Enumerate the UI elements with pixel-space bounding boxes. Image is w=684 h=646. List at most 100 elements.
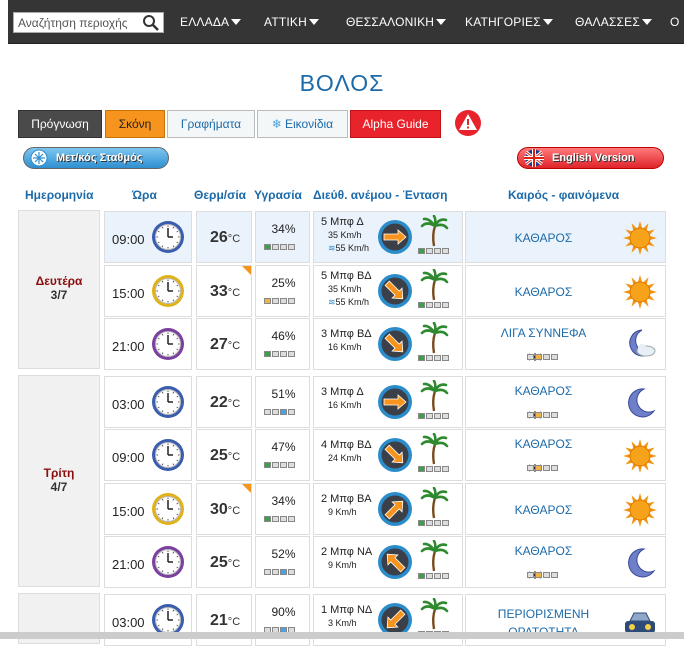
humidity-value: 47%	[271, 440, 296, 454]
nav-item-attica[interactable]: ΑΤΤΙΚΗ	[264, 15, 319, 29]
humidity-cell: 34%	[255, 211, 310, 263]
status-bar	[0, 632, 684, 639]
tab-forecast[interactable]: Πρόγνωση	[18, 110, 102, 138]
heat-marker	[242, 265, 251, 275]
forecast-row[interactable]: 09:00 26°C 34% 5 Μπφ Δ 35 Km/h ≋55 Km/h ΚΑ…	[104, 211, 666, 263]
caret-down-icon	[231, 19, 242, 25]
moon-cloud-icon	[629, 329, 656, 357]
forecast-row[interactable]: 15:00 33°C 25% 5 Μπφ ΒΔ 35 Km/h ≋55 Km/h Κ…	[104, 264, 666, 317]
mosquito-indicator	[527, 569, 558, 581]
wind-gust: ≋55 Km/h	[328, 296, 370, 307]
header-temp: Θερμ/σία	[194, 188, 247, 202]
wind-text: 3 Μπφ ΒΔ 16 Km/h	[321, 328, 372, 354]
tab-dust[interactable]: Σκόνη	[105, 110, 165, 138]
header-wind: Διεύθ. ανέμου - Ένταση	[313, 188, 448, 202]
clock-icon	[152, 274, 184, 307]
wind-bars	[418, 355, 449, 361]
mosquito-bars	[527, 572, 558, 578]
palm-tree-icon	[420, 322, 449, 354]
mosquito-indicator	[527, 462, 558, 474]
time-cell: 21:00	[104, 318, 192, 370]
caret-down-icon	[642, 19, 652, 25]
station-icon	[30, 149, 48, 167]
nav-item-greece[interactable]: ΕΛΛΑΔΑ	[180, 15, 242, 29]
caret-down-icon	[436, 19, 447, 25]
temperature-cell: 22°C	[196, 375, 252, 428]
weather-description: ΚΑΘΑΡΟΣ	[514, 437, 573, 451]
forecast-row[interactable]: 21:00 27°C 46% 3 Μπφ ΒΔ 16 Km/h ΛΙΓΑ ΣΥΝΝ…	[104, 318, 666, 370]
wind-text: 5 Μπφ ΒΔ 35 Km/h ≋55 Km/h	[321, 270, 372, 309]
wind-speed: 24 Km/h	[328, 453, 362, 463]
weather-description: ΚΑΘΑΡΟΣ	[514, 502, 573, 517]
wind-gust: ≋55 Km/h	[328, 243, 370, 253]
weather-cell: ΚΑΘΑΡΟΣ	[465, 429, 666, 481]
nav-item-more[interactable]: Ο	[670, 15, 680, 29]
palm-tree-icon	[420, 433, 449, 465]
humidity-value: 46%	[271, 329, 296, 343]
wind-direction-icon	[378, 491, 412, 526]
wind-cell: 3 Μπφ ΒΔ 16 Km/h	[313, 318, 463, 370]
moon-icon	[628, 548, 656, 578]
humidity-bars	[264, 244, 295, 250]
temperature-value: 21°C	[210, 611, 241, 629]
time-cell: 09:00	[104, 211, 192, 263]
uk-flag-icon	[524, 149, 544, 167]
sun-icon	[623, 439, 657, 473]
english-version-button[interactable]: English Version	[517, 147, 664, 169]
clock-icon	[152, 385, 184, 418]
humidity-cell: 34%	[255, 482, 310, 535]
wind-direction-icon	[378, 438, 412, 472]
snowflake-icon: ❄	[271, 117, 282, 131]
wind-beaufort: 2 Μπφ ΒΑ	[321, 492, 372, 505]
temperature-cell: 26°C	[196, 211, 252, 263]
wind-direction-icon	[378, 545, 412, 579]
time-value: 21:00	[112, 339, 145, 354]
wind-speed: 35 Km/h	[328, 283, 362, 294]
wind-beaufort: 5 Μπφ Δ	[321, 216, 364, 228]
tab-alpha-guide[interactable]: Alpha Guide	[350, 110, 441, 138]
time-value: 09:00	[112, 232, 145, 247]
wind-beaufort: 5 Μπφ ΒΔ	[321, 269, 372, 282]
wind-cell: 5 Μπφ Δ 35 Km/h ≋55 Km/h	[313, 211, 463, 263]
tab-images[interactable]: ❄ Εικονίδια	[257, 110, 348, 138]
tab-graphs[interactable]: Γραφήματα	[167, 110, 255, 138]
temperature-cell: 33°C	[196, 264, 252, 317]
humidity-cell: 46%	[255, 318, 310, 370]
forecast-row[interactable]: 21:00 25°C 52% 2 Μπφ ΝΑ 9 Km/h ΚΑΘΑΡΟΣ	[104, 536, 666, 588]
wind-bars	[418, 248, 449, 254]
clock-icon	[152, 546, 184, 578]
weather-cell: ΛΙΓΑ ΣΥΝΝΕΦΑ	[465, 318, 666, 370]
temperature-cell: 25°C	[196, 429, 252, 481]
caret-down-icon	[308, 19, 319, 25]
forecast-row[interactable]: 15:00 30°C 34% 2 Μπφ ΒΑ 9 Km/h ΚΑΘΑΡΟΣ	[104, 482, 666, 535]
weather-cell: ΚΑΘΑΡΟΣ	[465, 264, 666, 317]
weather-station-button[interactable]: Μετ/κός Σταθμός	[23, 147, 169, 169]
humidity-cell: 25%	[255, 264, 310, 317]
clock-icon	[152, 328, 184, 360]
day-cell: Τρίτη 4/7	[18, 374, 100, 587]
humidity-bars	[264, 515, 295, 522]
search-icon[interactable]	[142, 14, 160, 32]
wind-direction-icon	[378, 273, 412, 308]
humidity-bars	[264, 351, 295, 357]
weather-description: ΛΙΓΑ ΣΥΝΝΕΦΑ	[500, 326, 587, 340]
wind-text: 2 Μπφ ΒΑ 9 Km/h	[321, 493, 372, 519]
nav-item-seas[interactable]: ΘΑΛΑΣΣΕΣ	[575, 15, 652, 29]
wind-text: 2 Μπφ ΝΑ 9 Km/h	[321, 546, 372, 572]
palm-tree-icon	[420, 486, 449, 518]
top-nav-bar: Αναζήτηση περιοχής ΕΛΛΑΔΑ ΑΤΤΙΚΗ ΘΕΣΣΑΛΟ…	[8, 0, 684, 44]
nav-item-thessaloniki[interactable]: ΘΕΣΣΑΛΟΝΙΚΗ	[346, 15, 447, 29]
forecast-row[interactable]: 03:00 22°C 51% 3 Μπφ Δ 16 Km/h ΚΑΘΑΡΟΣ	[104, 375, 666, 428]
day-name: Δευτέρα	[35, 274, 83, 289]
wind-speed: 3 Km/h	[328, 617, 357, 628]
palm-tree-icon	[420, 215, 449, 247]
time-cell: 21:00	[104, 536, 192, 588]
humidity-bars	[264, 569, 295, 575]
forecast-row[interactable]: 09:00 25°C 47% 4 Μπφ ΒΔ 24 Km/h ΚΑΘΑΡΟΣ	[104, 429, 666, 481]
nav-item-categories[interactable]: ΚΑΤΗΓΟΡΙΕΣ	[465, 15, 553, 29]
warning-icon[interactable]	[454, 109, 482, 137]
temperature-value: 26°C	[210, 229, 241, 246]
wind-cell: 4 Μπφ ΒΔ 24 Km/h	[313, 429, 463, 481]
humidity-value: 25%	[271, 275, 296, 290]
gust-icon: ≋	[328, 243, 336, 253]
